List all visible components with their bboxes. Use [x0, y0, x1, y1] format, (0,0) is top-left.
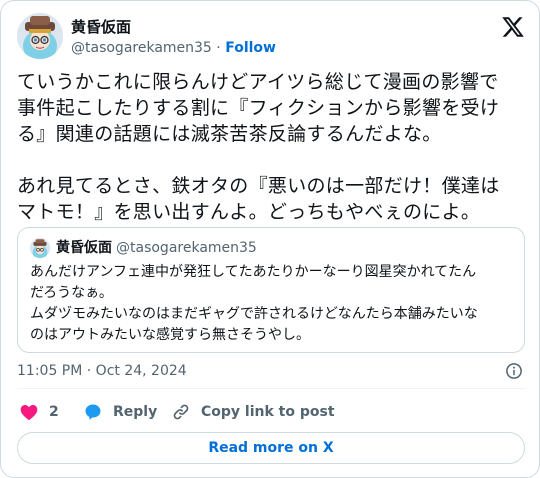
follow-button[interactable]: Follow	[225, 40, 276, 56]
like-button[interactable]: 2	[19, 399, 59, 425]
post-timestamp[interactable]: 11:05 PM · Oct 24, 2024	[17, 363, 187, 379]
post-header: 黄昏仮面 @tasogarekamen35 · Follow	[17, 13, 525, 61]
author-avatar[interactable]	[17, 13, 63, 59]
quoted-post-text: あんだけアンフェ連中が発狂してたあたりかーなーり図星突かれてたん だろうなぁ。 …	[30, 264, 478, 343]
author-name[interactable]: 黄昏仮面	[71, 17, 131, 37]
x-logo-icon[interactable]	[501, 15, 525, 39]
post-meta: 11:05 PM · Oct 24, 2024	[17, 361, 525, 381]
quoted-author-avatar	[30, 238, 50, 258]
post-text: ていうかこれに限らんけどアイツら総じて漫画の影響で 事件起こしたりする割に『フィ…	[17, 71, 500, 223]
copy-link-label: Copy link to post	[201, 404, 335, 420]
like-count: 2	[49, 404, 59, 420]
separator-dot: ·	[216, 40, 221, 56]
link-icon	[173, 404, 189, 420]
reply-bubble-icon	[85, 404, 101, 420]
reply-button[interactable]: Reply	[83, 399, 157, 425]
avatar-illustration-icon	[17, 13, 63, 59]
quoted-post[interactable]: 黄昏仮面 @tasogarekamen35 あんだけアンフェ連中が発狂してたあたり…	[17, 227, 525, 353]
info-icon[interactable]	[505, 362, 523, 380]
quoted-author-handle: @tasogarekamen35	[116, 240, 257, 256]
author-handle-line: @tasogarekamen35 · Follow	[71, 38, 276, 58]
avatar-illustration-icon	[30, 238, 50, 258]
heart-icon	[20, 405, 38, 420]
quoted-author-line: 黄昏仮面 @tasogarekamen35	[56, 238, 257, 258]
copy-link-button[interactable]: Copy link to post	[171, 399, 335, 425]
action-bar: 2 Reply Copy link to post	[17, 399, 525, 425]
reply-label: Reply	[113, 404, 158, 420]
read-more-button[interactable]: Read more on X	[17, 432, 525, 464]
embedded-post-card: 黄昏仮面 @tasogarekamen35 · Follow ていうかこれに限ら…	[0, 0, 540, 478]
quoted-author-name: 黄昏仮面	[56, 240, 112, 256]
actions-divider	[17, 388, 525, 389]
author-handle[interactable]: @tasogarekamen35	[71, 40, 212, 56]
